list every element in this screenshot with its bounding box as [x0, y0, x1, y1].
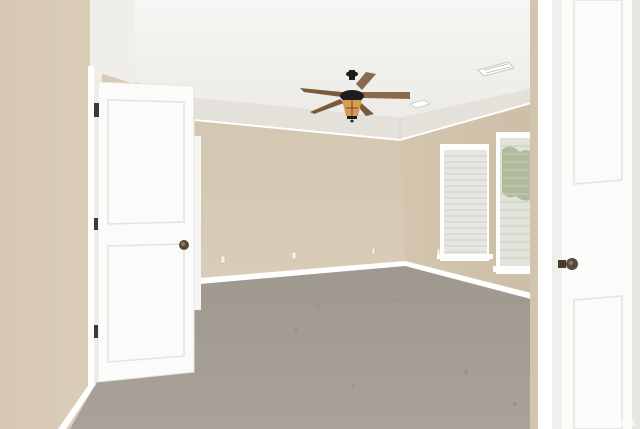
outlet [220, 255, 226, 264]
watermark: C COMPASS [582, 419, 636, 428]
room-illustration [0, 0, 640, 429]
door-hinge [94, 218, 98, 230]
window-right [493, 132, 535, 274]
door-hinge [94, 325, 98, 338]
door-hinge [94, 103, 99, 117]
window-left [437, 144, 493, 261]
outlet [291, 251, 297, 260]
outlet [371, 247, 376, 255]
open-door[interactable] [94, 81, 195, 383]
right-door[interactable] [558, 0, 632, 429]
room-scene: C COMPASS [0, 0, 640, 429]
back-wall [195, 121, 405, 280]
